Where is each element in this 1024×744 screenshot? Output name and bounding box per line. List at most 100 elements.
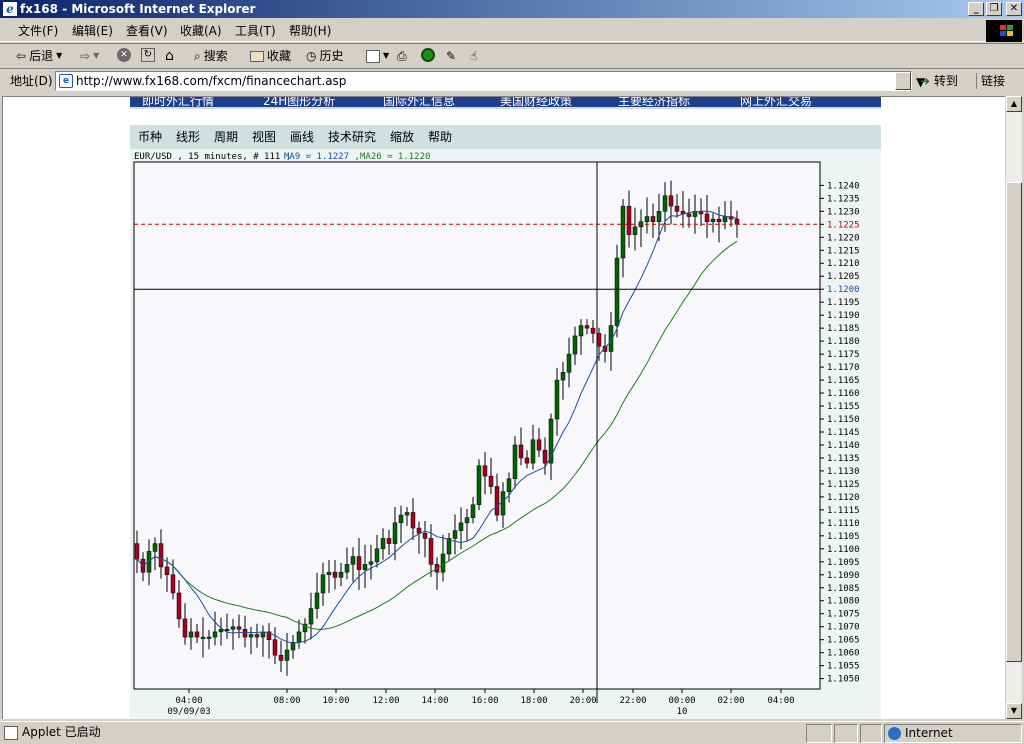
- candle-down: [524, 457, 530, 464]
- chevron-down-icon[interactable]: ▼: [56, 48, 62, 64]
- site-nav-item[interactable]: 24H图形分析: [263, 97, 335, 107]
- menu-tools[interactable]: 工具(T): [235, 23, 276, 39]
- msn-globe-icon: [421, 48, 435, 62]
- favorites-button[interactable]: 收藏: [250, 48, 291, 64]
- y-tick-label: 1.1115: [827, 506, 860, 516]
- y-tick-label: 1.1065: [827, 636, 860, 646]
- price-chart[interactable]: EUR/USD , 15 minutes, # 111 , MA9 = 1.12…: [130, 149, 881, 716]
- chart-menu-currency[interactable]: 币种: [138, 129, 162, 145]
- site-nav-item[interactable]: 主要经济指标: [618, 97, 690, 107]
- candle-down: [254, 634, 260, 638]
- scroll-thumb[interactable]: [1006, 182, 1022, 662]
- x-date-label: 10: [677, 707, 688, 716]
- y-tick-label: 1.1095: [827, 558, 860, 568]
- candle-up: [152, 543, 158, 552]
- menu-view[interactable]: 查看(V): [126, 23, 168, 39]
- chart-menu-zoom[interactable]: 缩放: [390, 129, 414, 145]
- chevron-down-icon[interactable]: ▼: [93, 48, 99, 64]
- stop-button[interactable]: ✕: [117, 48, 131, 62]
- y-tick-label: 1.1200: [827, 285, 860, 295]
- candle-up: [200, 636, 206, 639]
- close-button[interactable]: ✕: [1006, 2, 1022, 16]
- menu-edit[interactable]: 编辑(E): [72, 23, 113, 39]
- standard-toolbar: ⇦ 后退 ▼ ⇨ ▼ ✕ ↻ ⌂ ⌕ 搜索 收藏 ◷ 历史 ▼ ⎙ ✎ ☝: [0, 43, 1024, 69]
- candle-up: [632, 226, 638, 235]
- site-nav-item[interactable]: 美国财经政策: [500, 97, 572, 107]
- chart-applet[interactable]: 币种 线形 周期 视图 画线 技术研究 缩放 帮助 EUR/USD , 15 m…: [130, 125, 881, 719]
- site-nav-item[interactable]: 即时外汇行情: [142, 97, 214, 107]
- status-pane: [806, 724, 832, 743]
- x-tick-label: 08:00: [273, 696, 300, 706]
- history-button[interactable]: ◷ 历史: [306, 48, 344, 64]
- y-tick-label: 1.1165: [827, 376, 860, 386]
- candle-up: [284, 649, 290, 661]
- site-nav-item[interactable]: 网上外汇交易: [740, 97, 812, 107]
- chart-menu-view[interactable]: 视图: [252, 129, 276, 145]
- address-dropdown-button[interactable]: ▼: [895, 72, 925, 90]
- candle-down: [494, 486, 500, 516]
- vertical-scrollbar[interactable]: ▲ ▼: [1006, 96, 1022, 719]
- candle-down: [194, 631, 200, 638]
- x-tick-label: 00:00: [668, 696, 695, 706]
- candle-up: [374, 548, 380, 563]
- address-url[interactable]: http://www.fx168.com/fxcm/financechart.a…: [76, 74, 346, 88]
- candle-up: [470, 504, 476, 518]
- maximize-button[interactable]: ❐: [986, 2, 1002, 16]
- x-tick-label: 10:00: [322, 696, 349, 706]
- edit-tool-button[interactable]: ✎: [446, 48, 456, 64]
- candle-down: [332, 571, 338, 578]
- candle-down: [734, 218, 740, 225]
- window-title: fx168 - Microsoft Internet Explorer: [20, 2, 256, 16]
- candle-up: [566, 353, 572, 373]
- back-arrow-icon: ⇦: [16, 49, 27, 63]
- address-label: 地址(D): [10, 74, 53, 88]
- print-button[interactable]: ⎙: [397, 48, 407, 64]
- candle-down: [158, 543, 164, 568]
- menu-favorites[interactable]: 收藏(A): [180, 23, 222, 39]
- links-button[interactable]: 链接: [976, 73, 1005, 89]
- plot-area[interactable]: [133, 161, 821, 690]
- chart-menu-line-type[interactable]: 线形: [176, 129, 200, 145]
- forward-button[interactable]: ⇨ ▼: [80, 48, 99, 64]
- chart-menu-period[interactable]: 周期: [214, 129, 238, 145]
- candle-down: [650, 216, 656, 222]
- chart-menu-draw[interactable]: 画线: [290, 129, 314, 145]
- scroll-up-button[interactable]: ▲: [1006, 96, 1022, 112]
- candle-up: [578, 325, 584, 337]
- back-button[interactable]: ⇦ 后退 ▼: [16, 48, 62, 64]
- chart-menu-studies[interactable]: 技术研究: [328, 129, 376, 145]
- menu-help[interactable]: 帮助(H): [289, 23, 331, 39]
- favorites-label: 收藏: [267, 49, 292, 63]
- ma9-readout: MA9 = 1.1227 ,: [284, 152, 360, 162]
- candle-down: [386, 538, 392, 544]
- site-nav-item[interactable]: 国际外汇信息: [383, 97, 455, 107]
- candle-up: [392, 522, 398, 544]
- y-tick-label: 1.1125: [827, 480, 860, 490]
- history-label: 历史: [319, 49, 344, 63]
- go-arrow-icon: ➜: [920, 74, 931, 88]
- x-axis: 04:00 08:00 10:00 12:00 14:00 16:00 18:00 20:00…: [167, 689, 795, 716]
- go-button[interactable]: ➜ 转到: [920, 73, 958, 89]
- msn-button[interactable]: [421, 48, 435, 62]
- home-button[interactable]: ⌂: [165, 48, 174, 64]
- chart-symbol-info: EUR/USD , 15 minutes, # 111 ,: [134, 152, 291, 162]
- candle-up: [326, 571, 332, 576]
- search-button[interactable]: ⌕ 搜索: [194, 48, 228, 64]
- candle-down: [164, 566, 170, 576]
- minimize-button[interactable]: _: [968, 2, 984, 16]
- y-tick-label: 1.1075: [827, 610, 860, 620]
- address-input[interactable]: e http://www.fx168.com/fxcm/financechart…: [55, 71, 925, 91]
- refresh-button[interactable]: ↻: [141, 48, 155, 62]
- y-tick-label: 1.1175: [827, 350, 860, 360]
- candle-up: [308, 608, 314, 625]
- scroll-down-button[interactable]: ▼: [1006, 703, 1022, 719]
- menu-file[interactable]: 文件(F): [18, 23, 58, 39]
- candle-up: [314, 592, 320, 609]
- messenger-button[interactable]: ☝: [470, 48, 477, 64]
- candle-up: [506, 478, 512, 492]
- chart-menu-help[interactable]: 帮助: [428, 129, 452, 145]
- y-tick-label: 1.1195: [827, 298, 860, 308]
- chevron-down-icon[interactable]: ▼: [383, 48, 389, 64]
- candle-up: [338, 571, 344, 578]
- mail-button[interactable]: ▼: [366, 48, 389, 64]
